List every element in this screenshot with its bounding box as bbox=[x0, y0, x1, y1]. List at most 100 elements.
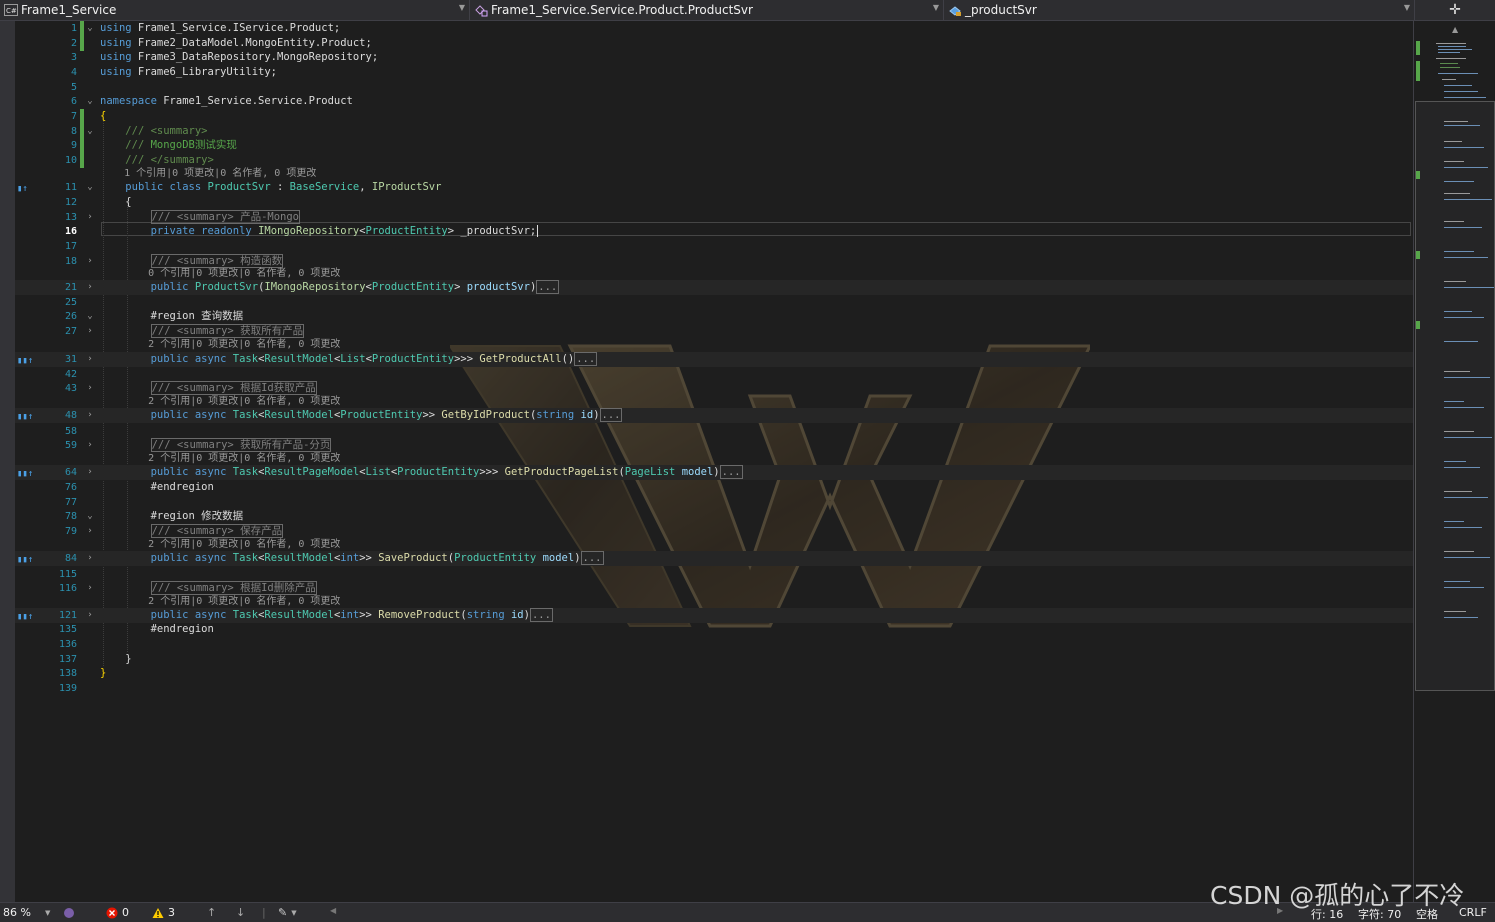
code-line[interactable]: 12 { bbox=[15, 195, 1413, 210]
collapsed-comment[interactable]: /// <summary> 获取所有产品-分页 bbox=[150, 438, 332, 452]
code-line[interactable]: ▮▮↑ 64 › public async Task<ResultPageModel… bbox=[15, 465, 1413, 480]
code-line[interactable]: 1 ⌄ using Frame1_Service.IService.Product; bbox=[15, 21, 1413, 36]
minimap-stroke bbox=[1444, 311, 1472, 312]
codelens-row[interactable]: 2 个引用|0 项更改|0 名作者, 0 项更改 bbox=[15, 594, 1413, 609]
collapse-chevron-icon[interactable]: ⌄ bbox=[85, 124, 95, 139]
collapsed-comment[interactable]: /// <summary> 获取所有产品 bbox=[150, 324, 305, 338]
errors-indicator[interactable]: 0 bbox=[106, 906, 129, 919]
collapsed-comment[interactable]: /// <summary> 根据Id删除产品 bbox=[150, 581, 317, 595]
code-line[interactable]: 17 bbox=[15, 239, 1413, 254]
expand-chevron-icon[interactable]: › bbox=[85, 465, 95, 480]
code-line[interactable]: 137 } bbox=[15, 652, 1413, 667]
collapsed-block-button[interactable]: ... bbox=[580, 551, 604, 565]
minimap-stroke bbox=[1438, 52, 1460, 53]
minimap-viewport[interactable] bbox=[1415, 101, 1495, 691]
code-line[interactable]: 26 ⌄ #region 查询数据 bbox=[15, 309, 1413, 324]
code-line[interactable]: 58 bbox=[15, 424, 1413, 439]
implementation-glyph-icon[interactable]: ▮▮↑ bbox=[17, 553, 33, 568]
expand-chevron-icon[interactable]: › bbox=[85, 551, 95, 566]
expand-chevron-icon[interactable]: › bbox=[85, 608, 95, 623]
collapse-chevron-icon[interactable]: ⌄ bbox=[85, 509, 95, 524]
csharp-project-icon: C# bbox=[4, 3, 18, 17]
split-window-button[interactable]: ✛ bbox=[1415, 0, 1495, 20]
codelens-text[interactable]: 2 个引用|0 项更改|0 名作者, 0 项更改 bbox=[100, 396, 340, 407]
expand-chevron-icon[interactable]: › bbox=[85, 352, 95, 367]
code-line[interactable]: ▮▮↑ 121 › public async Task<ResultModel<in… bbox=[15, 608, 1413, 623]
code-line[interactable]: 21 › public ProductSvr(IMongoRepository<P… bbox=[15, 280, 1413, 295]
type-dropdown[interactable]: Frame1_Service.Service.Product.ProductSv… bbox=[470, 0, 944, 20]
line-number: 48 bbox=[64, 410, 77, 421]
code-line[interactable]: 13 › /// <summary> 产品-Mongo bbox=[15, 210, 1413, 225]
codelens-text[interactable]: 2 个引用|0 项更改|0 名作者, 0 项更改 bbox=[100, 453, 340, 464]
line-number: 26 bbox=[64, 311, 77, 322]
code-line[interactable]: ▮▮↑ 48 › public async Task<ResultModel<Pro… bbox=[15, 408, 1413, 423]
collapse-chevron-icon[interactable]: ⌄ bbox=[85, 180, 95, 195]
zoom-dropdown[interactable]: 86 % ▼ bbox=[3, 906, 50, 919]
code-line[interactable]: 77 bbox=[15, 495, 1413, 510]
code-line[interactable]: 25 bbox=[15, 295, 1413, 310]
code-line[interactable]: 2 using Frame2_DataModel.MongoEntity.Prod… bbox=[15, 36, 1413, 51]
code-line[interactable]: 76 #endregion bbox=[15, 480, 1413, 495]
minimap-stroke bbox=[1444, 199, 1492, 200]
codelens-row[interactable]: 1 个引用|0 项更改|0 名作者, 0 项更改 bbox=[15, 166, 1413, 181]
code-line[interactable]: 136 bbox=[15, 637, 1413, 652]
code-line[interactable]: ▮▮↑ 31 › public async Task<ResultModel<Lis… bbox=[15, 352, 1413, 367]
scroll-up-arrow-icon[interactable]: ▲ bbox=[1452, 25, 1458, 34]
codelens-row[interactable]: 2 个引用|0 项更改|0 名作者, 0 项更改 bbox=[15, 337, 1413, 352]
code-line[interactable]: 138} bbox=[15, 666, 1413, 681]
collapsed-block-button[interactable]: ... bbox=[574, 352, 598, 366]
collapsed-block-button[interactable]: ... bbox=[599, 408, 623, 422]
code-line[interactable]: 139 bbox=[15, 681, 1413, 696]
code-line[interactable]: 4 using Frame6_LibraryUtility; bbox=[15, 65, 1413, 80]
code-line[interactable]: 78 ⌄ #region 修改数据 bbox=[15, 509, 1413, 524]
code-line[interactable]: 16 private readonly IMongoRepository<Pro… bbox=[15, 224, 1413, 239]
warnings-indicator[interactable]: 3 bbox=[152, 906, 175, 919]
code-line[interactable]: 6 ⌄ namespace Frame1_Service.Service.Produ… bbox=[15, 94, 1413, 109]
codelens-row[interactable]: 0 个引用|0 项更改|0 名作者, 0 项更改 bbox=[15, 266, 1413, 281]
codelens-text[interactable]: 2 个引用|0 项更改|0 名作者, 0 项更改 bbox=[100, 339, 340, 350]
code-token: >>> bbox=[479, 466, 505, 478]
next-issue-button[interactable]: ↓ bbox=[236, 906, 245, 919]
line-number: 76 bbox=[64, 482, 77, 493]
collapse-chevron-icon[interactable]: ⌄ bbox=[85, 309, 95, 324]
collapsed-block-button[interactable]: ... bbox=[719, 465, 743, 479]
minimap-scrollbar[interactable]: ▲ bbox=[1413, 21, 1495, 902]
code-line[interactable]: 7{ bbox=[15, 109, 1413, 124]
expand-chevron-icon[interactable]: › bbox=[85, 210, 95, 225]
codelens-text[interactable]: 2 个引用|0 项更改|0 名作者, 0 项更改 bbox=[100, 539, 340, 550]
member-dropdown[interactable]: _productSvr ▼ bbox=[944, 0, 1415, 20]
codelens-row[interactable]: 2 个引用|0 项更改|0 名作者, 0 项更改 bbox=[15, 451, 1413, 466]
code-line[interactable]: 8 ⌄ /// <summary> bbox=[15, 124, 1413, 139]
code-line[interactable]: ▮↑ 11 ⌄ public class ProductSvr : BaseServ… bbox=[15, 180, 1413, 195]
codelens-text[interactable]: 0 个引用|0 项更改|0 名作者, 0 项更改 bbox=[100, 268, 340, 279]
collapsed-comment[interactable]: /// <summary> 根据Id获取产品 bbox=[150, 381, 317, 395]
code-line[interactable]: 115 bbox=[15, 567, 1413, 582]
collapsed-comment[interactable]: /// <summary> 产品-Mongo bbox=[150, 210, 301, 224]
glyph-margin bbox=[0, 21, 15, 902]
codelens-text[interactable]: 2 个引用|0 项更改|0 名作者, 0 项更改 bbox=[100, 596, 340, 607]
codelens-text[interactable]: 1 个引用|0 项更改|0 名作者, 0 项更改 bbox=[100, 168, 316, 179]
code-line[interactable]: 9 /// MongoDB测试实现 bbox=[15, 138, 1413, 153]
intellicode-icon[interactable] bbox=[62, 906, 76, 920]
expand-chevron-icon[interactable]: › bbox=[85, 408, 95, 423]
scroll-left-arrow-icon[interactable]: ◀ bbox=[330, 906, 336, 915]
code-line[interactable]: 3 using Frame3_DataRepository.MongoReposi… bbox=[15, 50, 1413, 65]
code-line[interactable]: 5 bbox=[15, 80, 1413, 95]
code-token: private readonly bbox=[150, 225, 252, 237]
code-editor[interactable]: 1 ⌄ using Frame1_Service.IService.Product;… bbox=[0, 21, 1413, 902]
collapse-chevron-icon[interactable]: ⌄ bbox=[85, 94, 95, 109]
previous-issue-button[interactable]: ↑ bbox=[207, 906, 216, 919]
codelens-row[interactable]: 2 个引用|0 项更改|0 名作者, 0 项更改 bbox=[15, 394, 1413, 409]
code-line[interactable]: ▮▮↑ 84 › public async Task<ResultModel<int… bbox=[15, 551, 1413, 566]
collapsed-comment[interactable]: /// <summary> 保存产品 bbox=[150, 524, 284, 538]
collapsed-block-button[interactable]: ... bbox=[529, 608, 553, 622]
codelens-row[interactable]: 2 个引用|0 项更改|0 名作者, 0 项更改 bbox=[15, 537, 1413, 552]
project-dropdown[interactable]: C# Frame1_Service ▼ bbox=[0, 0, 470, 20]
implementation-glyph-icon[interactable]: ▮▮↑ bbox=[17, 410, 33, 425]
code-cleanup-button[interactable]: ✎ ▼ bbox=[278, 906, 297, 919]
collapsed-block-button[interactable]: ... bbox=[536, 280, 560, 294]
collapse-chevron-icon[interactable]: ⌄ bbox=[85, 21, 95, 36]
expand-chevron-icon[interactable]: › bbox=[85, 280, 95, 295]
code-line[interactable]: 42 bbox=[15, 367, 1413, 382]
code-line[interactable]: 135 #endregion bbox=[15, 622, 1413, 637]
